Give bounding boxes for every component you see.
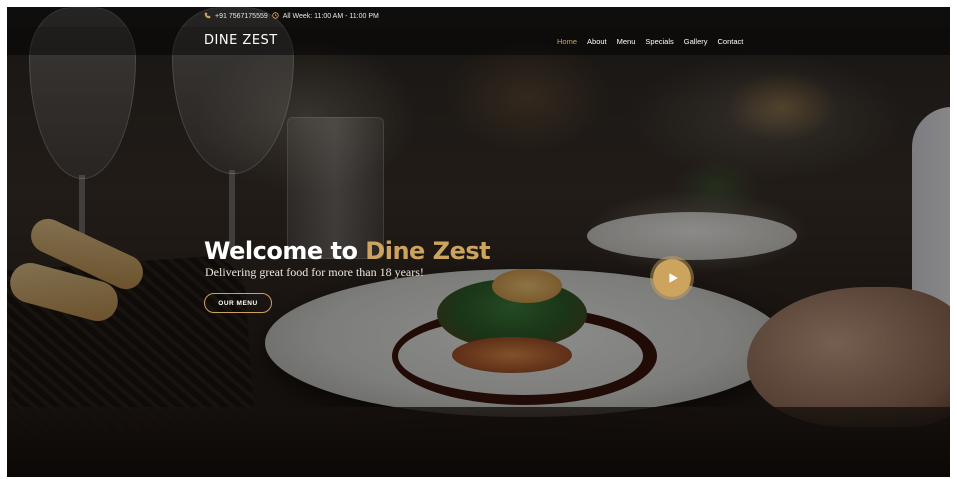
site-header: DINE ZEST Home About Menu Specials Galle… [7, 27, 950, 55]
site-logo[interactable]: DINE ZEST [204, 33, 278, 48]
opening-hours: All Week: 11:00 AM - 11:00 PM [282, 13, 379, 20]
main-nav: Home About Menu Specials Gallery Contact [557, 37, 743, 46]
top-info-bar: +91 7567175559 All Week: 11:00 AM - 11:0… [7, 7, 950, 27]
nav-about[interactable]: About [587, 37, 607, 46]
nav-gallery[interactable]: Gallery [684, 37, 708, 46]
hero-subtitle: Delivering great food for more than 18 y… [205, 265, 424, 279]
hero-title-accent: Dine Zest [365, 237, 491, 265]
nav-menu[interactable]: Menu [617, 37, 636, 46]
play-icon [669, 273, 678, 283]
hero-title: Welcome to Dine Zest [204, 237, 491, 265]
hero-title-prefix: Welcome to [204, 237, 358, 265]
page-frame: +91 7567175559 All Week: 11:00 AM - 11:0… [7, 7, 950, 477]
clock-icon [272, 12, 279, 21]
play-video-button[interactable] [650, 256, 694, 300]
nav-contact[interactable]: Contact [718, 37, 744, 46]
our-menu-button[interactable]: OUR MENU [204, 293, 272, 313]
phone-number[interactable]: +91 7567175559 [215, 13, 268, 20]
phone-icon [204, 12, 211, 21]
nav-specials[interactable]: Specials [645, 37, 673, 46]
nav-home[interactable]: Home [557, 37, 577, 46]
